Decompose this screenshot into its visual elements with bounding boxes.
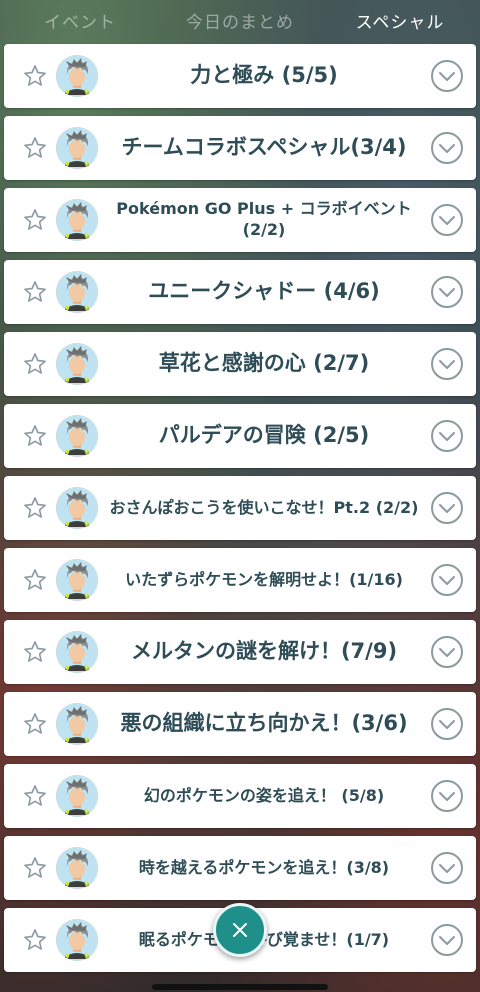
star-outline-icon[interactable] [22, 423, 48, 449]
professor-avatar [56, 847, 98, 889]
star-outline-icon[interactable] [22, 711, 48, 737]
research-title: メルタンの謎を解け！(7/9) [130, 639, 398, 664]
professor-avatar [56, 919, 98, 961]
professor-avatar [56, 343, 98, 385]
star-outline-icon[interactable] [22, 63, 48, 89]
close-icon [233, 923, 247, 937]
research-card[interactable]: ユニークシャドー (4/6) [4, 260, 476, 324]
close-button[interactable] [213, 903, 267, 957]
professor-avatar [56, 775, 98, 817]
research-title: おさんぽおこうを使いこなせ！Pt.2 (2/2) [109, 497, 419, 517]
research-card[interactable]: おさんぽおこうを使いこなせ！Pt.2 (2/2) [4, 476, 476, 540]
star-outline-icon[interactable] [22, 567, 48, 593]
chevron-down-circle-icon[interactable] [430, 635, 464, 669]
research-card[interactable]: 時を越えるポケモンを追え！(3/8) [4, 836, 476, 900]
research-title: パルデアの冒険 (2/5) [158, 423, 370, 448]
research-card[interactable]: パルデアの冒険 (2/5) [4, 404, 476, 468]
research-title: 時を越えるポケモンを追え！(3/8) [138, 857, 390, 877]
star-outline-icon[interactable] [22, 279, 48, 305]
professor-avatar [56, 199, 98, 241]
tab-today-summary[interactable]: 今日のまとめ [160, 8, 320, 33]
research-card[interactable]: 力と極み (5/5) [4, 44, 476, 108]
star-outline-icon[interactable] [22, 639, 48, 665]
research-card[interactable]: 幻のポケモンの姿を追え！ (5/8) [4, 764, 476, 828]
research-title: いたずらポケモンを解明せよ！(1/16) [125, 569, 403, 589]
professor-avatar [56, 559, 98, 601]
tab-special[interactable]: スペシャル [320, 8, 480, 33]
home-indicator [152, 984, 328, 990]
chevron-down-circle-icon[interactable] [430, 851, 464, 885]
research-card[interactable]: 草花と感謝の心 (2/7) [4, 332, 476, 396]
professor-avatar [56, 55, 98, 97]
chevron-down-circle-icon[interactable] [430, 59, 464, 93]
star-outline-icon[interactable] [22, 855, 48, 881]
chevron-down-circle-icon[interactable] [430, 347, 464, 381]
chevron-down-circle-icon[interactable] [430, 491, 464, 525]
chevron-down-circle-icon[interactable] [430, 923, 464, 957]
research-title: 幻のポケモンの姿を追え！ (5/8) [143, 785, 385, 805]
chevron-down-circle-icon[interactable] [430, 203, 464, 237]
chevron-down-circle-icon[interactable] [430, 563, 464, 597]
research-title: 力と極み (5/5) [190, 63, 338, 88]
research-title: チームコラボスペシャル(3/4) [121, 135, 407, 160]
research-card[interactable]: チームコラボスペシャル(3/4) [4, 116, 476, 180]
chevron-down-circle-icon[interactable] [430, 707, 464, 741]
research-title: 草花と感謝の心 (2/7) [158, 351, 370, 376]
professor-avatar [56, 703, 98, 745]
research-list: 力と極み (5/5) チームコラボスペシャル(3/4) Pokémon GO P… [4, 44, 476, 980]
tab-event[interactable]: イベント [0, 8, 160, 33]
research-title: 悪の組織に立ち向かえ！(3/6) [120, 711, 408, 736]
tab-bar: イベント 今日のまとめ スペシャル [0, 0, 480, 40]
chevron-down-circle-icon[interactable] [430, 131, 464, 165]
star-outline-icon[interactable] [22, 351, 48, 377]
research-title: Pokémon GO Plus + コラボイベント (2/2) [116, 199, 412, 239]
research-card[interactable]: Pokémon GO Plus + コラボイベント (2/2) [4, 188, 476, 252]
star-outline-icon[interactable] [22, 207, 48, 233]
star-outline-icon[interactable] [22, 927, 48, 953]
star-outline-icon[interactable] [22, 495, 48, 521]
chevron-down-circle-icon[interactable] [430, 779, 464, 813]
professor-avatar [56, 415, 98, 457]
professor-avatar [56, 487, 98, 529]
professor-avatar [56, 271, 98, 313]
research-card[interactable]: メルタンの謎を解け！(7/9) [4, 620, 476, 684]
star-outline-icon[interactable] [22, 135, 48, 161]
star-outline-icon[interactable] [22, 783, 48, 809]
research-card[interactable]: 悪の組織に立ち向かえ！(3/6) [4, 692, 476, 756]
chevron-down-circle-icon[interactable] [430, 275, 464, 309]
professor-avatar [56, 631, 98, 673]
professor-avatar [56, 127, 98, 169]
research-card[interactable]: いたずらポケモンを解明せよ！(1/16) [4, 548, 476, 612]
chevron-down-circle-icon[interactable] [430, 419, 464, 453]
research-title: ユニークシャドー (4/6) [148, 279, 380, 304]
